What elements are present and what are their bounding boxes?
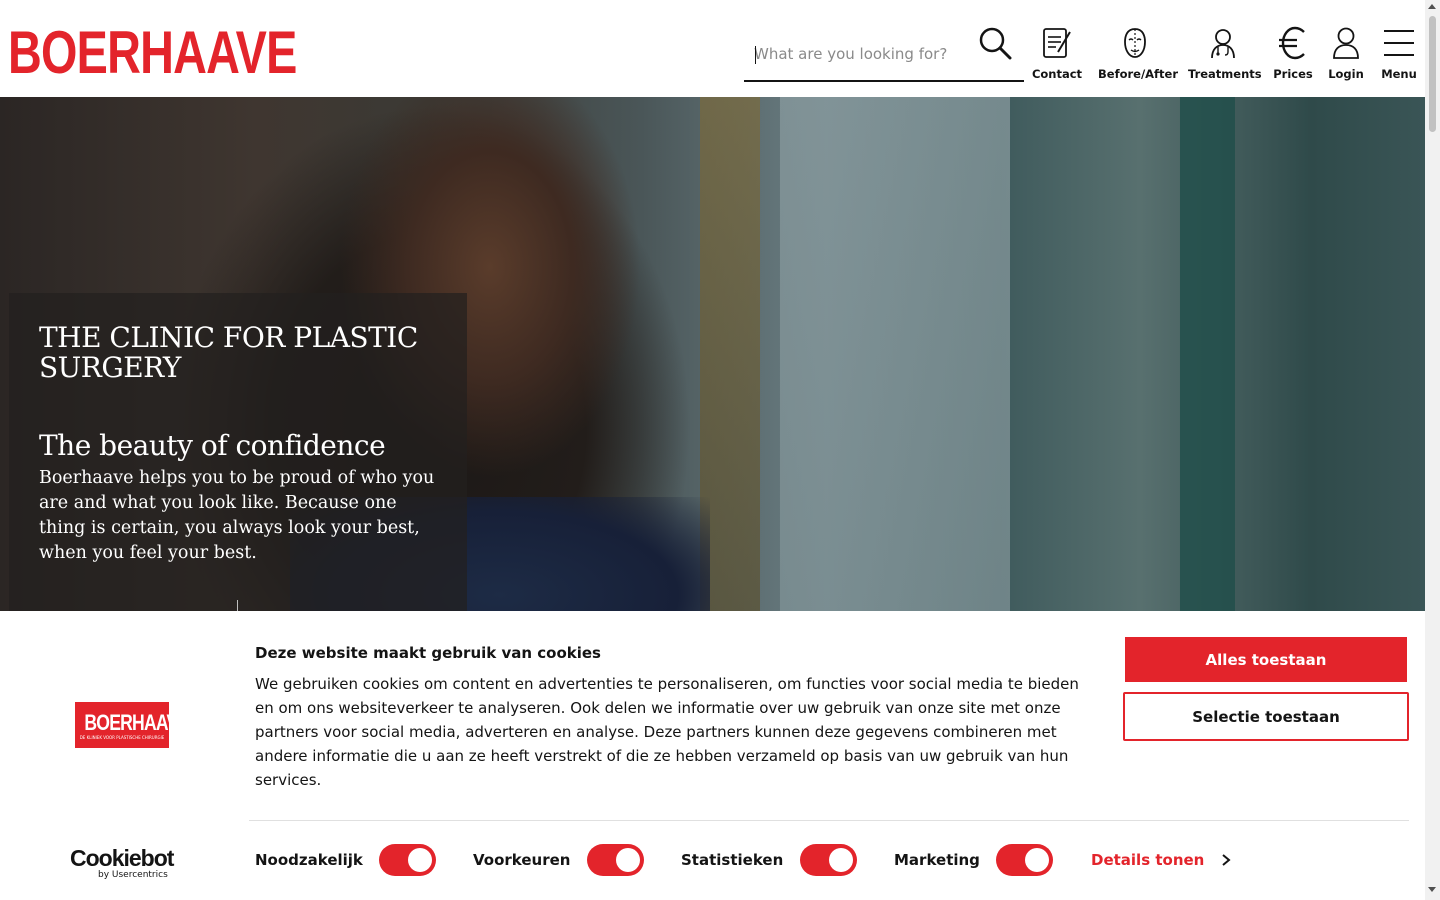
allow-selection-button[interactable]: Selectie toestaan: [1123, 692, 1409, 741]
site-logo[interactable]: BOERHAAVE: [8, 23, 297, 83]
cookie-divider: [249, 820, 1409, 821]
text-caret: [755, 46, 756, 64]
cookiebot-brand: Cookiebot: [70, 845, 174, 871]
nav-contact[interactable]: Contact: [1030, 26, 1084, 86]
toggle-label-necessary: Noodzakelijk: [255, 851, 363, 869]
scrollbar-thumb[interactable]: [1429, 16, 1436, 132]
page-scrollbar[interactable]: [1425, 0, 1440, 900]
cookie-text: We gebruiken cookies om content en adver…: [255, 675, 1079, 789]
search-bar: [744, 27, 1024, 82]
contact-form-icon: [1043, 28, 1071, 58]
toggle-label-preferences: Voorkeuren: [473, 851, 571, 869]
search-icon[interactable]: [978, 26, 1012, 60]
hero-section: THE CLINIC FOR PLASTIC SURGERY The beaut…: [0, 97, 1425, 611]
cookie-logo-subtext: DE KLINIEK VOOR PLASTISCHE CHIRURGIE: [79, 735, 165, 740]
search-input[interactable]: [754, 42, 964, 66]
hero-background: [780, 97, 1010, 611]
cookiebot-logo[interactable]: Cookiebot by Usercentrics: [70, 846, 180, 880]
hero-text-box: THE CLINIC FOR PLASTIC SURGERY The beaut…: [9, 293, 467, 611]
cookie-banner: BOERHAAVE DE KLINIEK VOOR PLASTISCHE CHI…: [0, 611, 1425, 900]
nav-prices[interactable]: Prices: [1272, 26, 1314, 86]
allow-all-button[interactable]: Alles toestaan: [1125, 637, 1407, 682]
nav-treatments[interactable]: Treatments: [1188, 26, 1262, 86]
nav-before-after[interactable]: Before/After: [1098, 26, 1179, 86]
chevron-right-icon[interactable]: [1219, 852, 1233, 868]
nav-label: Treatments: [1188, 67, 1262, 81]
nav-label: Login: [1328, 67, 1364, 81]
toggle-label-marketing: Marketing: [894, 851, 980, 869]
face-icon: [1124, 28, 1146, 58]
user-icon: [1333, 27, 1359, 59]
nav-menu[interactable]: Menu: [1380, 26, 1418, 86]
nav-label: Menu: [1381, 67, 1417, 81]
toggle-label-statistics: Statistieken: [681, 851, 784, 869]
toggle-marketing[interactable]: [996, 844, 1053, 876]
toggle-preferences[interactable]: [587, 844, 644, 876]
toggle-necessary[interactable]: [379, 844, 436, 876]
cookie-title: Deze website maakt gebruik van cookies: [255, 644, 601, 662]
toggle-statistics[interactable]: [800, 844, 857, 876]
hero-subtitle: The beauty of confidence: [39, 429, 386, 462]
hero-background-stripe: [1180, 97, 1235, 611]
cookiebot-subtext: by Usercentrics: [98, 870, 168, 880]
cookie-logo-text: BOERHAAVE: [84, 710, 189, 735]
details-link[interactable]: Details tonen: [1091, 851, 1204, 869]
nav-label: Contact: [1031, 67, 1083, 81]
scroll-up-arrow-icon[interactable]: [1428, 4, 1436, 9]
scroll-down-arrow-icon[interactable]: [1428, 887, 1436, 892]
hero-divider: [237, 600, 238, 611]
nav-login[interactable]: Login: [1326, 26, 1366, 86]
hero-title: THE CLINIC FOR PLASTIC SURGERY: [39, 321, 418, 384]
doctor-icon: [1211, 29, 1235, 59]
hero-description: Boerhaave helps you to be proud of who y…: [39, 468, 435, 563]
nav-label: Prices: [1273, 67, 1313, 81]
cookie-banner-logo: BOERHAAVE DE KLINIEK VOOR PLASTISCHE CHI…: [75, 702, 189, 748]
hamburger-icon: [1384, 30, 1414, 56]
euro-icon: [1279, 26, 1305, 60]
nav-label: Before/After: [1098, 67, 1179, 81]
site-header: BOERHAAVE Contact Before/After: [0, 0, 1425, 97]
